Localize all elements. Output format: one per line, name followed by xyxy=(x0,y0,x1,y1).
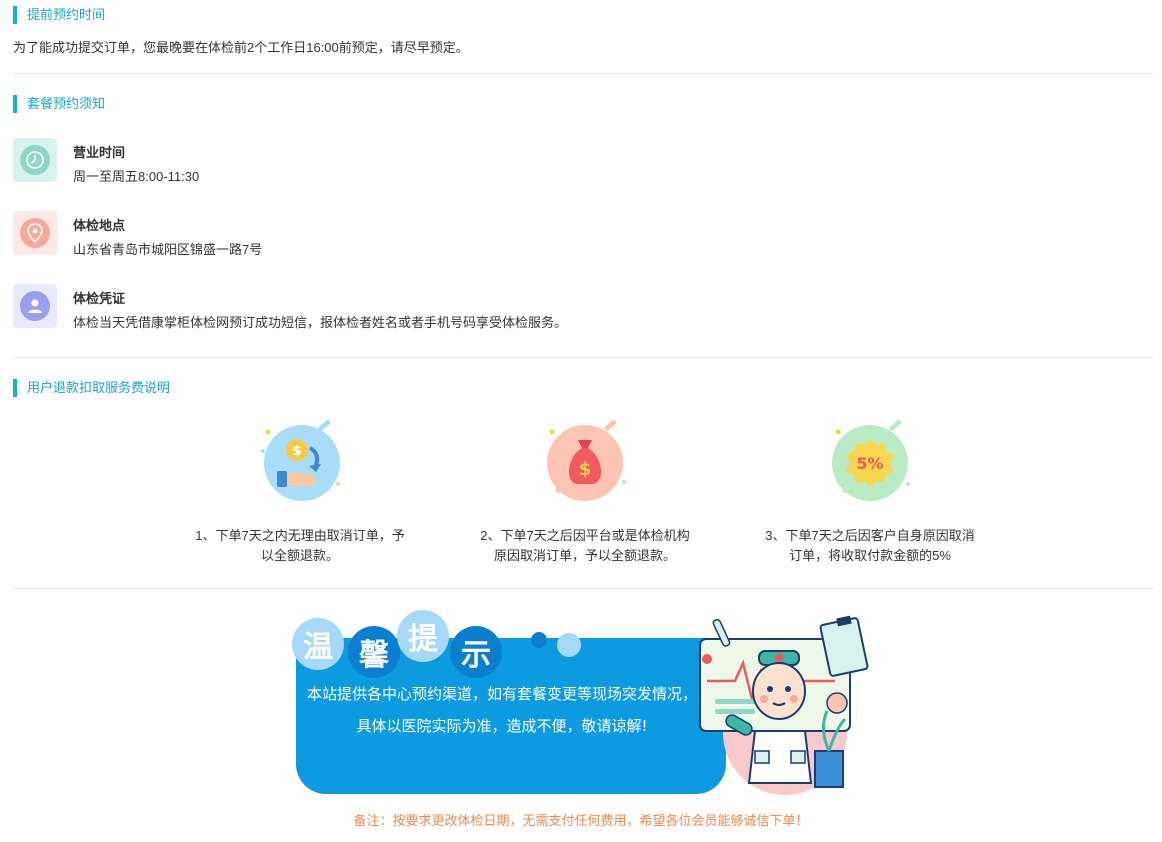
refund-item-2-text: 2、下单7天之后因平台或是体检机构原因取消订单，予以全额退款。 xyxy=(480,528,690,563)
voucher-icon-box xyxy=(13,284,57,328)
doctor-illustration xyxy=(699,615,869,795)
footer-note: 备注：按要求更改体检日期，无需支付任何费用，希望各位会员能够诚信下单！ xyxy=(353,813,809,828)
warm-tip-char-4: 示 xyxy=(450,626,502,678)
warm-tip-char-2: 馨 xyxy=(348,626,400,678)
location-value: 山东省青岛市城阳区锦盛一路7号 xyxy=(73,242,263,257)
svg-text:$: $ xyxy=(579,459,592,480)
section-title-refund: 用户退款扣取服务费说明 xyxy=(13,379,170,397)
refund-item-3-text: 3、下单7天之后因客户自身原因取消订单，将收取付款金额的5% xyxy=(765,528,975,563)
percent-badge-icon: 5% xyxy=(825,418,915,508)
svg-text:5%: 5% xyxy=(856,454,883,473)
refund-item-1-text: 1、下单7天之内无理由取消订单，予以全额退款。 xyxy=(195,528,405,563)
divider xyxy=(13,73,1153,74)
person-icon xyxy=(20,291,50,321)
location-icon-box xyxy=(13,211,57,255)
section-title-advance: 提前预约时间 xyxy=(13,6,105,24)
refund-item-2: $ 2、下单7天之后因平台或是体检机构原因取消订单，予以全额退款。 xyxy=(465,418,705,566)
warm-tip-char-3: 提 xyxy=(397,610,449,662)
location-pin-icon xyxy=(20,218,50,248)
decor-dot xyxy=(557,633,581,657)
divider xyxy=(13,357,1153,358)
section-title-notice: 套餐预约须知 xyxy=(13,95,105,113)
voucher-label: 体检凭证 xyxy=(73,291,126,306)
refund-item-1: $ 1、下单7天之内无理由取消订单，予以全额退款。 xyxy=(180,418,420,566)
divider xyxy=(13,588,1153,589)
svg-text:$: $ xyxy=(292,444,301,459)
refund-item-3: 5% 3、下单7天之后因客户自身原因取消订单，将收取付款金额的5% xyxy=(750,418,990,566)
coin-refund-icon: $ xyxy=(255,418,345,508)
advance-booking-text: 为了能成功提交订单，您最晚要在体检前2个工作日16:00前预定，请尽早预定。 xyxy=(13,40,469,55)
voucher-value: 体检当天凭借康掌柜体检网预订成功短信，报体检者姓名或者手机号码享受体检服务。 xyxy=(73,315,568,330)
business-hours-icon-box xyxy=(13,138,57,182)
decor-dot xyxy=(531,632,547,648)
money-bag-icon: $ xyxy=(540,418,630,508)
warm-tip-char-1: 温 xyxy=(292,618,344,670)
business-hours-value: 周一至周五8:00-11:30 xyxy=(73,169,200,184)
warm-tip-banner: 温 馨 提 示 本站提供各中心预约渠道，如有套餐变更等现场突发情况，具体以医院实… xyxy=(290,606,880,801)
business-hours-label: 营业时间 xyxy=(73,145,126,160)
warm-tip-message: 本站提供各中心预约渠道，如有套餐变更等现场突发情况，具体以医院实际为准，造成不便… xyxy=(306,685,697,735)
clock-icon xyxy=(20,145,50,175)
location-label: 体检地点 xyxy=(73,218,126,233)
